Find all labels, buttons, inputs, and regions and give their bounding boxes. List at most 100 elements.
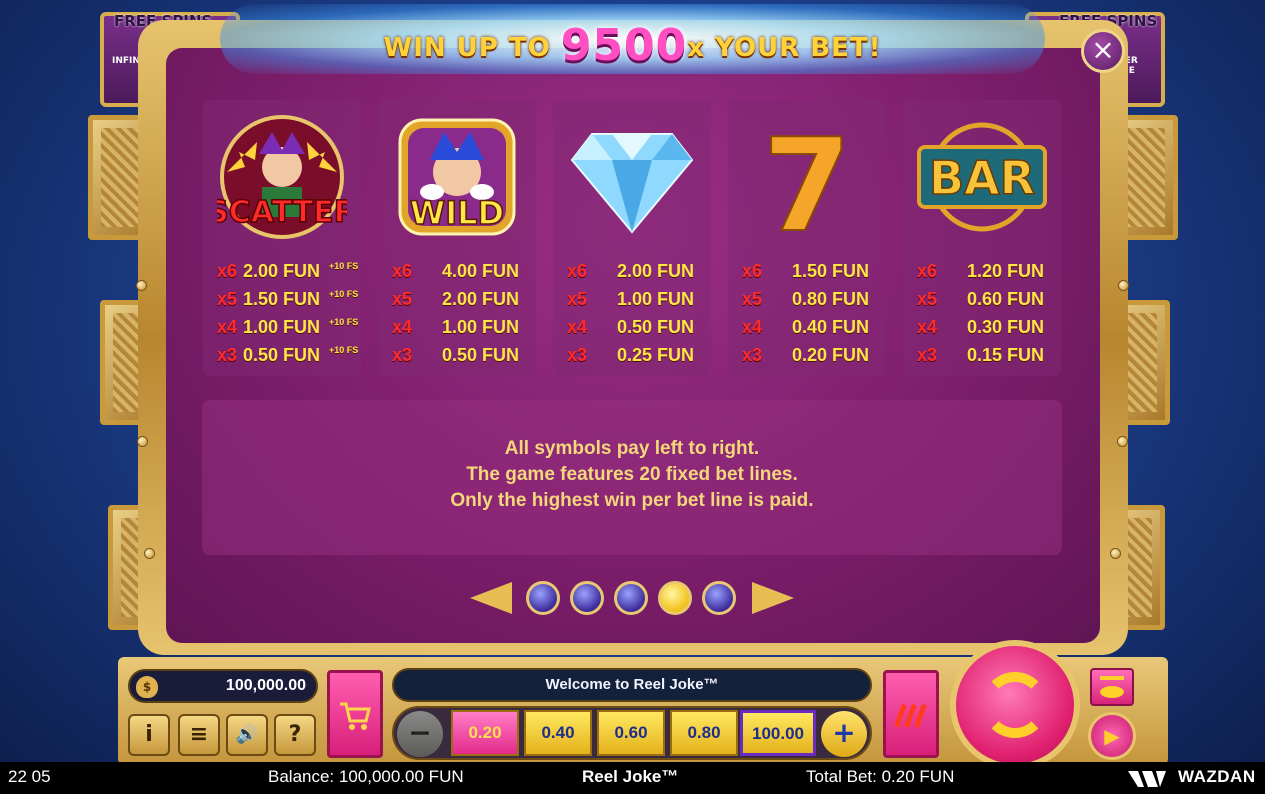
turbo-chili-button[interactable] <box>883 670 939 758</box>
bar-icon: BAR <box>917 122 1047 232</box>
pay-multiplier: x5 <box>567 289 588 309</box>
status-game-name: Reel Joke™ <box>582 767 679 786</box>
pay-value: 0.50 FUN <box>442 345 520 365</box>
bet-option[interactable]: 0.40 <box>524 710 592 756</box>
info-button[interactable]: i <box>128 714 170 756</box>
header-prefix: WIN UP TO <box>383 33 551 63</box>
pay-multiplier: x3 <box>917 345 938 365</box>
chili-icon <box>894 703 928 728</box>
pay-multiplier: x3 <box>217 345 238 365</box>
pay-row: x4 0.50 FUN <box>553 317 711 341</box>
rule-line: The game features 20 fixed bet lines. <box>466 464 798 485</box>
close-button[interactable]: × <box>1081 29 1125 73</box>
pay-value: 1.00 FUN <box>243 317 321 337</box>
pay-value: 0.50 FUN <box>243 345 321 365</box>
pay-row: x6 2.00 FUN <box>553 261 711 285</box>
pay-row: x3 0.25 FUN <box>553 345 711 369</box>
pay-value: 1.00 FUN <box>617 289 695 309</box>
pay-multiplier: x3 <box>742 345 763 365</box>
diamond-icon <box>570 133 694 234</box>
wild-joker-icon: WILD <box>398 118 516 236</box>
turtle-icon <box>1100 676 1124 698</box>
pay-multiplier: x6 <box>217 261 238 281</box>
rules-box: All symbols pay left to right. The game … <box>202 400 1062 555</box>
welcome-message: Welcome to Reel Joke™ <box>392 668 872 702</box>
bet-option[interactable]: 0.80 <box>670 710 738 756</box>
header-amount: 9500 <box>560 20 688 71</box>
status-balance: Balance: 100,000.00 FUN <box>268 767 464 786</box>
help-button[interactable]: ? <box>274 714 316 756</box>
pay-multiplier: x6 <box>392 261 413 281</box>
bolt-icon <box>1117 436 1128 447</box>
cart-icon <box>340 702 371 730</box>
bolt-icon <box>136 280 147 291</box>
pay-value: 1.50 FUN <box>243 289 321 309</box>
pay-row: x6 2.00 FUN +10 FS <box>203 261 361 285</box>
game-mode-button[interactable] <box>1090 668 1134 706</box>
bet-option[interactable]: 100.00 <box>740 710 816 756</box>
pay-multiplier: x5 <box>217 289 238 309</box>
bolt-icon <box>1110 548 1121 559</box>
balance-value: 100,000.00 <box>225 677 306 694</box>
pay-value: 2.00 FUN <box>243 261 321 281</box>
pay-row: x5 0.60 FUN <box>903 289 1061 313</box>
bolt-icon <box>1118 280 1129 291</box>
bolt-icon <box>144 548 155 559</box>
pay-row: x3 0.20 FUN <box>728 345 886 369</box>
decrease-bet-button[interactable]: − <box>397 711 443 757</box>
scatter-icon: SCATTER <box>217 115 347 239</box>
header-title: WIN UP TO 9500x YOUR BET! <box>200 20 1065 71</box>
free-spins-bonus: +10 FS <box>329 345 359 355</box>
pay-row: x4 1.00 FUN <box>378 317 536 341</box>
status-bar: 22 05 Balance: 100,000.00 FUN Reel Joke™… <box>0 762 1265 794</box>
balance-display: $ 100,000.00 <box>128 669 318 703</box>
pay-multiplier: x6 <box>917 261 938 281</box>
pay-multiplier: x6 <box>742 261 763 281</box>
spin-arrows-icon <box>982 672 1048 738</box>
free-spins-bonus: +10 FS <box>329 261 359 271</box>
menu-button[interactable]: ≡ <box>178 714 220 756</box>
page-dot[interactable] <box>570 581 604 615</box>
bar-label: BAR <box>929 151 1035 205</box>
pay-value: 0.20 FUN <box>792 345 870 365</box>
pay-value: 0.40 FUN <box>792 317 870 337</box>
clock: 22 05 <box>8 767 51 786</box>
page-dot[interactable] <box>614 581 648 615</box>
wild-label: WILD <box>410 194 504 232</box>
pay-row: x3 0.50 FUN <box>378 345 536 369</box>
sound-button[interactable]: 🔊 <box>226 714 268 756</box>
increase-bet-button[interactable]: + <box>821 711 867 757</box>
seven-label: 7 <box>762 112 851 242</box>
pay-value: 0.30 FUN <box>967 317 1045 337</box>
brand-logo: WAZDAN <box>1178 767 1256 786</box>
pay-value: 0.60 FUN <box>967 289 1045 309</box>
money-bag-icon: $ <box>136 676 158 698</box>
win-up-to-header: WIN UP TO 9500x YOUR BET! <box>200 0 1065 80</box>
pay-row: x5 2.00 FUN <box>378 289 536 313</box>
pay-multiplier: x4 <box>567 317 588 337</box>
pay-value: 4.00 FUN <box>442 261 520 281</box>
bet-option[interactable]: 0.20 <box>451 710 519 756</box>
page-dot[interactable] <box>526 581 560 615</box>
pay-row: x5 0.80 FUN <box>728 289 886 313</box>
free-spins-bonus: +10 FS <box>329 289 359 299</box>
pay-multiplier: x4 <box>917 317 938 337</box>
game-stage: FREE SPINS INFINITE INITIA FREE SPINS PL… <box>0 0 1265 794</box>
shop-cart-button[interactable] <box>327 670 383 758</box>
seven-icon: 7 <box>761 112 852 242</box>
status-total-bet: Total Bet: 0.20 FUN <box>806 767 955 786</box>
pay-row: x5 1.50 FUN +10 FS <box>203 289 361 313</box>
autoplay-button[interactable]: ▶ <box>1088 712 1136 760</box>
pay-row: x4 0.40 FUN <box>728 317 886 341</box>
pay-value: 1.00 FUN <box>442 317 520 337</box>
free-spins-bonus: +10 FS <box>329 317 359 327</box>
page-dot[interactable] <box>658 581 692 615</box>
pay-value: 0.80 FUN <box>792 289 870 309</box>
pay-row: x4 1.00 FUN +10 FS <box>203 317 361 341</box>
next-page-arrow[interactable] <box>752 582 794 614</box>
previous-page-arrow[interactable] <box>470 582 512 614</box>
page-dot[interactable] <box>702 581 736 615</box>
bet-option[interactable]: 0.60 <box>597 710 665 756</box>
pay-multiplier: x4 <box>392 317 413 337</box>
pay-value: 1.20 FUN <box>967 261 1045 281</box>
